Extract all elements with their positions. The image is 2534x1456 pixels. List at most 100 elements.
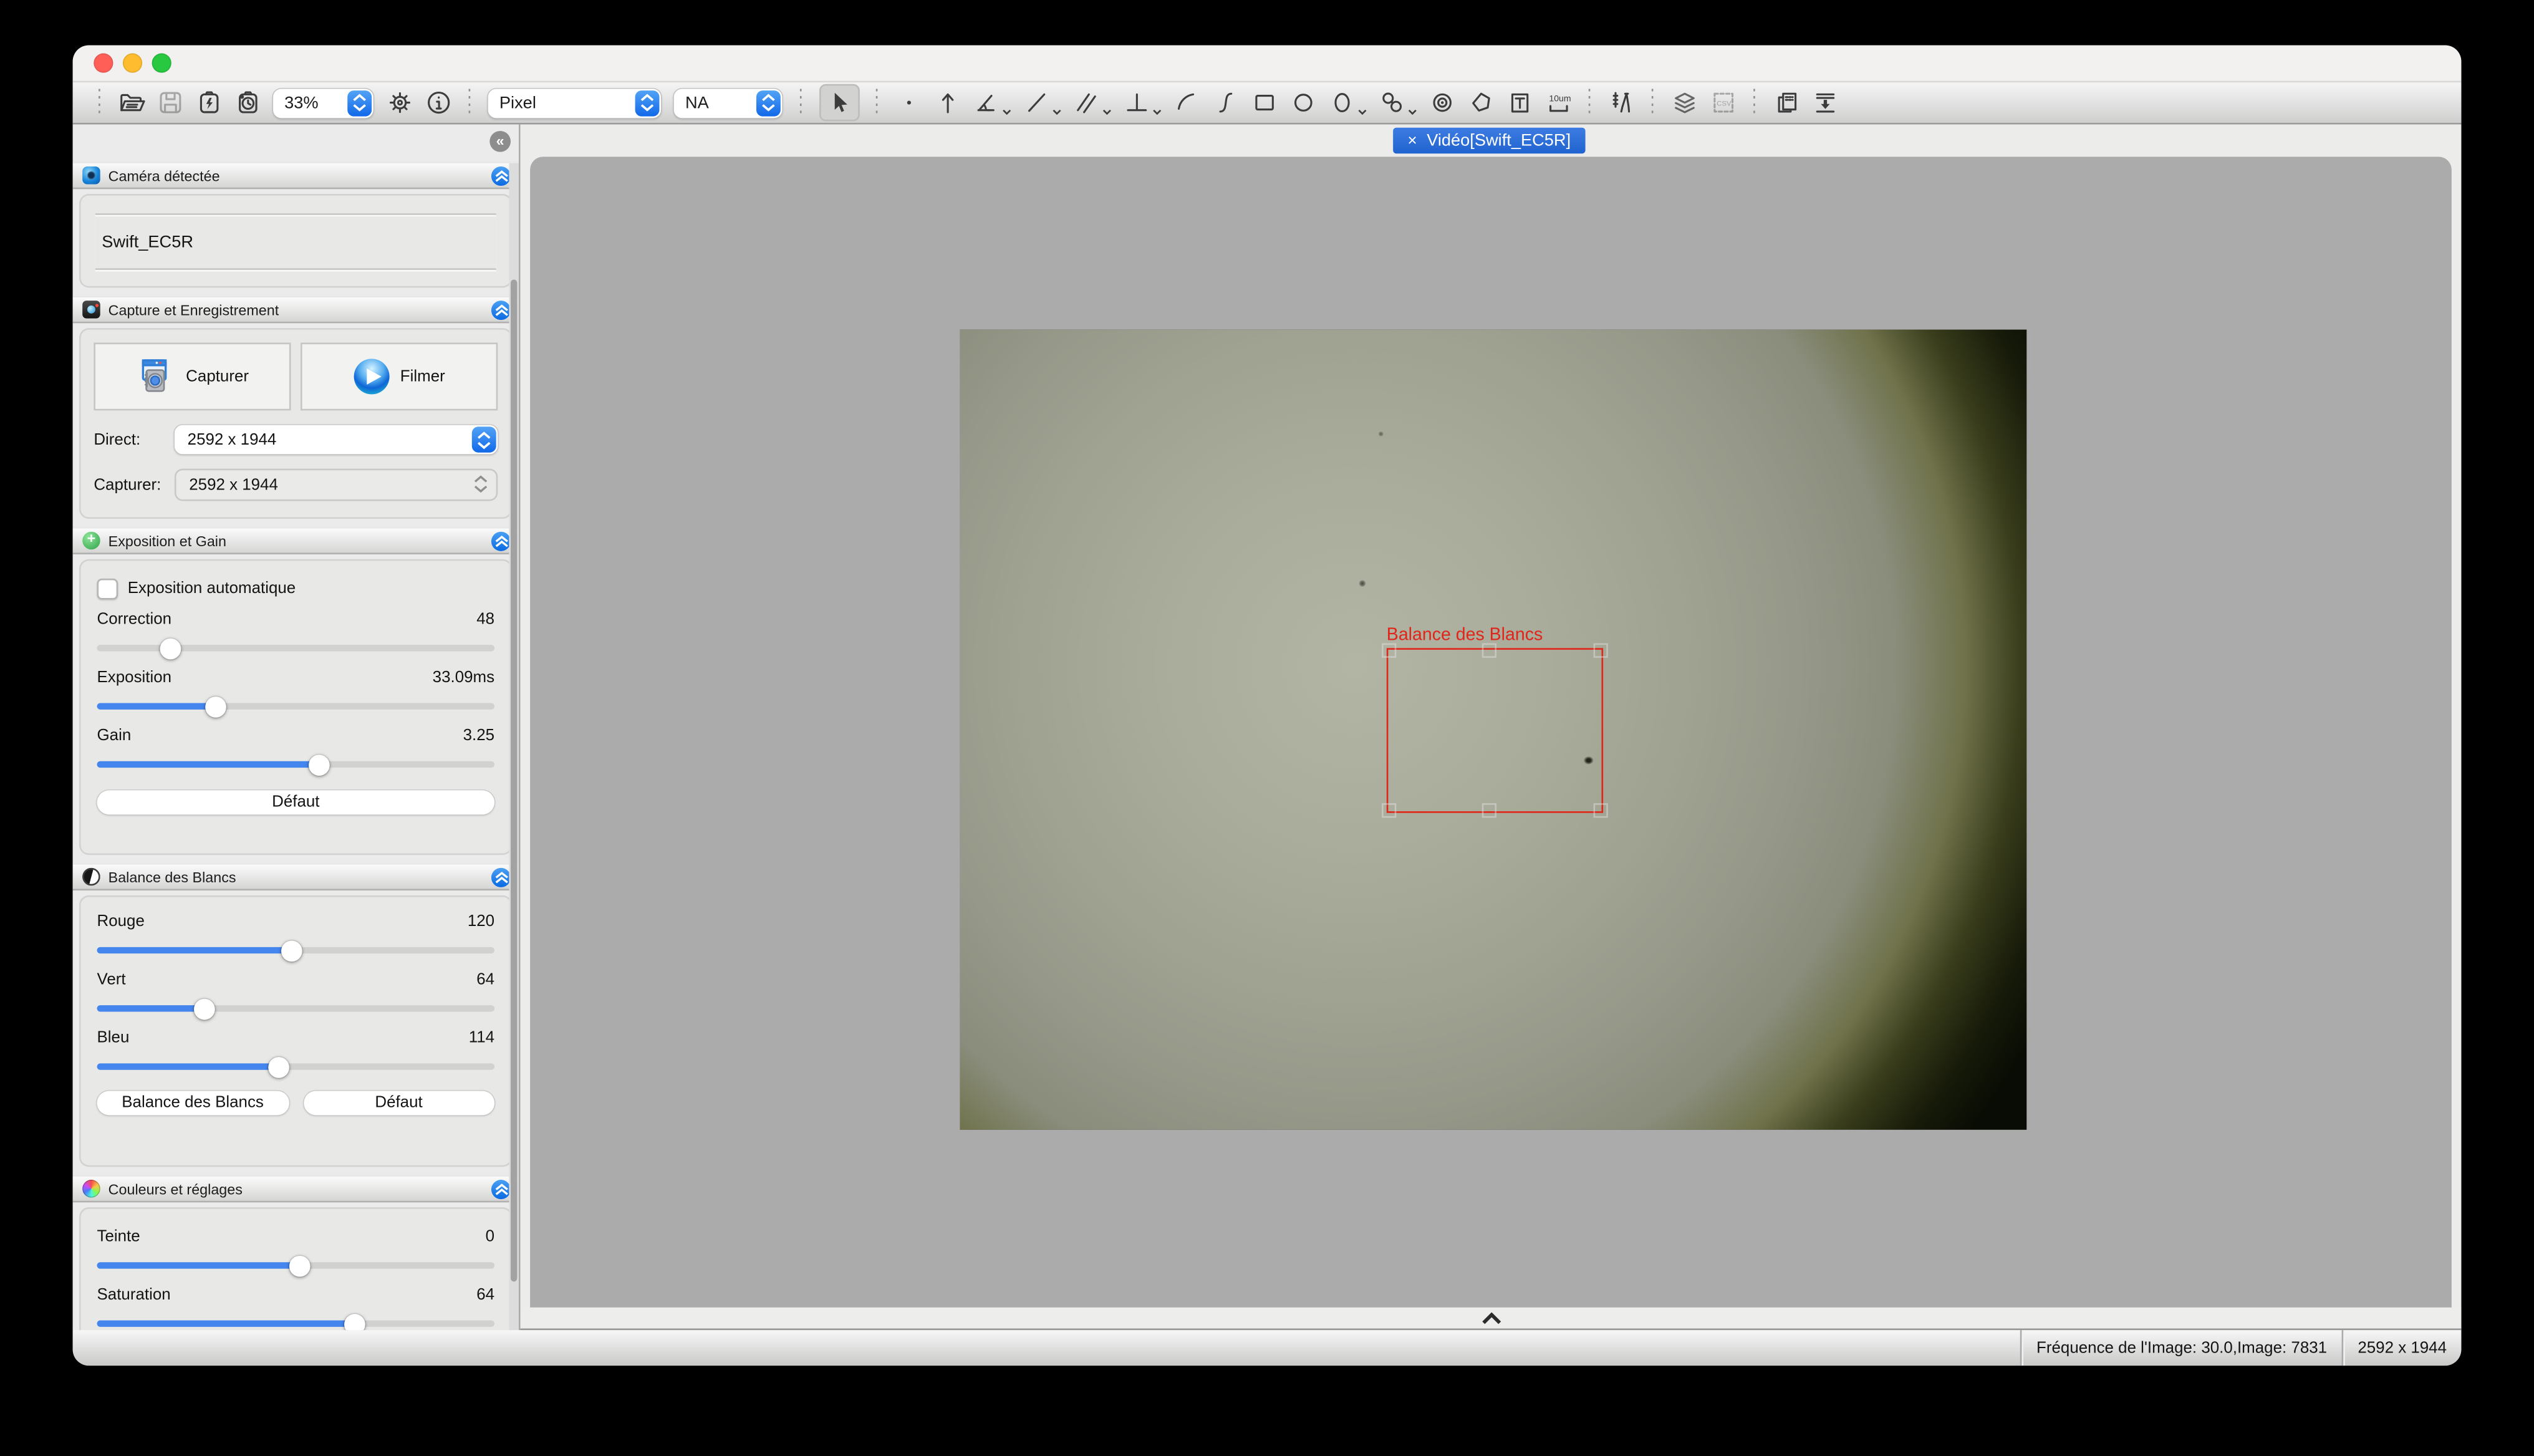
rectangle-tool-icon	[1250, 89, 1278, 117]
layers-button[interactable]	[1670, 85, 1698, 119]
saturation-label: Saturation	[97, 1286, 171, 1304]
sidebar-scrollbar[interactable]	[509, 163, 519, 1330]
measure-button[interactable]	[1607, 85, 1635, 119]
bottom-panel-toggle[interactable]	[521, 1308, 2462, 1330]
info-button[interactable]	[424, 85, 451, 119]
panel-header-white-balance[interactable]: Balance des Blancs	[73, 863, 519, 890]
tab-bar: × Vidéo[Swift_EC5R]	[521, 125, 2462, 157]
panel-header-capture[interactable]: Capture et Enregistrement	[73, 296, 519, 323]
info-icon	[424, 89, 451, 117]
live-video-frame[interactable]: Balance des Blancs	[960, 330, 2027, 1130]
point-tool-icon	[895, 89, 922, 117]
concentric-circles-tool-button[interactable]	[1428, 85, 1455, 119]
record-video-label: Filmer	[400, 368, 445, 386]
white-balance-default-button[interactable]: Défaut	[303, 1091, 494, 1115]
circle-tool-button[interactable]	[1289, 85, 1316, 119]
polygon-tool-button[interactable]	[1467, 85, 1494, 119]
roi-handle[interactable]	[1482, 644, 1496, 658]
auto-exposure-checkbox[interactable]	[97, 578, 118, 599]
text-tool-button[interactable]	[1505, 85, 1533, 119]
close-tab-icon[interactable]: ×	[1407, 132, 1417, 150]
camera-timer-icon	[234, 89, 261, 117]
gain-slider[interactable]	[97, 750, 495, 779]
curve-tool-icon	[1212, 89, 1239, 117]
zoom-window-button[interactable]	[152, 54, 171, 73]
sidebar-collapse-button[interactable]: «	[489, 131, 511, 152]
save-button[interactable]	[156, 85, 183, 119]
line-tool-icon	[1022, 89, 1049, 117]
csv-export-button[interactable]: CSV	[1709, 85, 1737, 119]
angle-tool-button[interactable]	[972, 85, 1011, 119]
export-icon	[1811, 89, 1838, 117]
white-balance-roi-rect[interactable]	[1387, 648, 1603, 812]
record-video-button[interactable]: Filmer	[301, 342, 498, 410]
roi-handle[interactable]	[1382, 644, 1396, 658]
direct-resolution-select[interactable]: 2592 x 1944	[175, 425, 498, 455]
capture-photo-button[interactable]: Capturer	[94, 342, 291, 410]
toolbar-separator	[876, 89, 878, 117]
zoom-level-select[interactable]: 33%	[273, 88, 373, 117]
camera-flash-icon	[195, 89, 222, 117]
scrollbar-thumb[interactable]	[511, 279, 517, 1281]
saturation-slider[interactable]	[97, 1309, 495, 1330]
minimize-window-button[interactable]	[123, 54, 142, 73]
panel-title: Exposition et Gain	[108, 533, 491, 549]
scalebar-tool-button[interactable]: 10um	[1544, 85, 1572, 119]
parallel-lines-icon	[1072, 89, 1100, 117]
white-balance-button[interactable]: Balance des Blancs	[97, 1091, 289, 1115]
hue-slider[interactable]	[97, 1251, 495, 1280]
curve-tool-button[interactable]	[1212, 85, 1239, 119]
collapse-panel-button[interactable]	[491, 531, 511, 550]
open-button[interactable]	[117, 85, 145, 119]
stepper-icon	[347, 90, 372, 115]
double-chevron-up-icon	[494, 1182, 508, 1195]
point-tool-button[interactable]	[895, 85, 922, 119]
collapse-panel-button[interactable]	[491, 867, 511, 887]
panel-header-camera[interactable]: Caméra détectée	[73, 162, 519, 189]
ellipse-tool-button[interactable]	[1327, 85, 1366, 119]
roi-handle[interactable]	[1594, 803, 1608, 817]
exposure-default-button[interactable]: Défaut	[97, 790, 495, 814]
green-slider[interactable]	[97, 994, 495, 1023]
red-slider[interactable]	[97, 936, 495, 965]
tab-label: Vidéo[Swift_EC5R]	[1427, 131, 1571, 150]
blue-slider[interactable]	[97, 1052, 495, 1081]
perpendicular-tool-button[interactable]	[1122, 85, 1161, 119]
parallel-lines-tool-button[interactable]	[1072, 85, 1111, 119]
panel-header-colors[interactable]: Couleurs et réglages	[73, 1175, 519, 1202]
settings-button[interactable]	[385, 85, 413, 119]
copy-button[interactable]	[1772, 85, 1799, 119]
arrow-tool-button[interactable]	[933, 85, 961, 119]
collapse-panel-button[interactable]	[491, 166, 511, 185]
close-window-button[interactable]	[94, 54, 113, 73]
angle-tool-icon	[972, 89, 1000, 117]
roi-handle[interactable]	[1482, 803, 1496, 817]
unit-select[interactable]: Pixel	[488, 88, 661, 117]
capture-resolution-select[interactable]: 2592 x 1944	[175, 469, 498, 501]
arc-tool-button[interactable]	[1172, 85, 1200, 119]
quick-capture-button[interactable]	[195, 85, 222, 119]
roi-handle[interactable]	[1382, 803, 1396, 817]
panel-header-exposure[interactable]: Exposition et Gain	[73, 527, 519, 554]
line-tool-button[interactable]	[1022, 85, 1061, 119]
rectangle-tool-button[interactable]	[1250, 85, 1278, 119]
main-area: × Vidéo[Swift_EC5R] Balance des Blancs	[521, 125, 2462, 1331]
roi-handle[interactable]	[1594, 644, 1608, 658]
collapse-panel-button[interactable]	[491, 300, 511, 319]
timed-capture-button[interactable]	[234, 85, 261, 119]
tab-video[interactable]: × Vidéo[Swift_EC5R]	[1393, 128, 1585, 153]
correction-slider[interactable]	[97, 634, 495, 663]
title-bar[interactable]	[73, 46, 2462, 83]
caliper-icon	[1607, 89, 1635, 117]
collapse-panel-button[interactable]	[491, 1179, 511, 1198]
export-button[interactable]	[1811, 85, 1838, 119]
annulus-tool-button[interactable]	[1378, 85, 1417, 119]
exposure-slider[interactable]	[97, 692, 495, 721]
cursor-tool-button[interactable]	[819, 84, 859, 122]
exposure-value: 33.09ms	[433, 668, 494, 687]
camera-list-item[interactable]: Swift_EC5R	[95, 213, 496, 270]
na-select[interactable]: NA	[674, 88, 783, 117]
stepper-icon	[473, 475, 488, 493]
video-canvas[interactable]: Balance des Blancs	[530, 157, 2452, 1307]
resolution-status: 2592 x 1944	[2341, 1330, 2461, 1366]
